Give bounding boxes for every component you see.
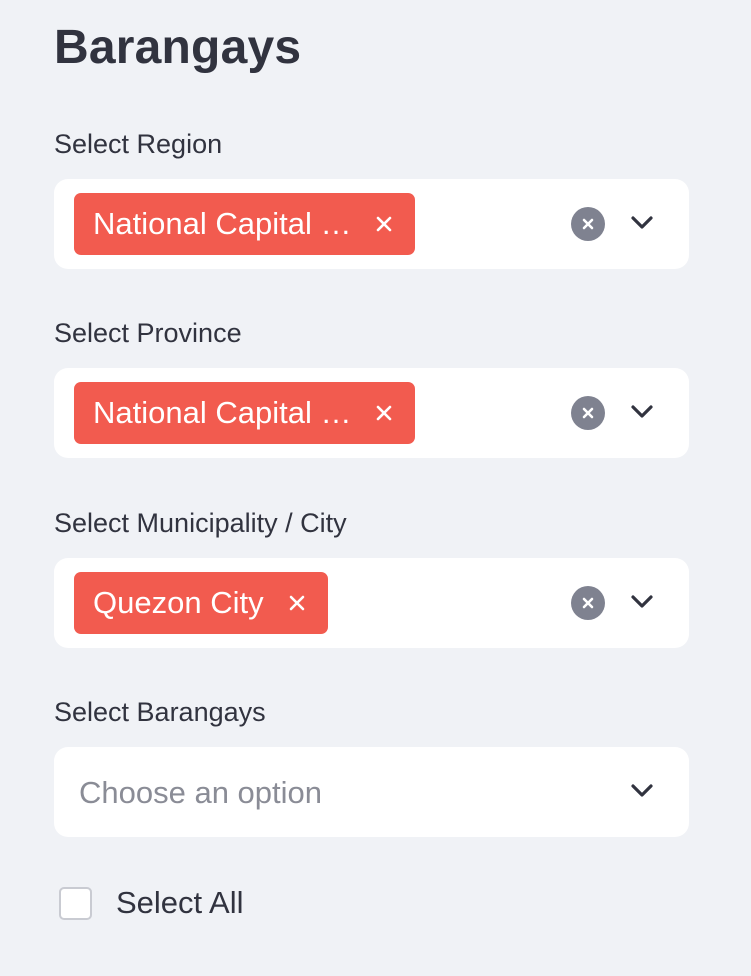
page-title: Barangays (54, 21, 302, 74)
clear-circle-icon[interactable] (571, 396, 605, 430)
province-tag-label: National Capital … (93, 395, 352, 430)
close-icon[interactable] (373, 402, 395, 424)
close-icon[interactable] (373, 213, 395, 235)
clear-circle-icon[interactable] (571, 586, 605, 620)
barangays-select[interactable]: Choose an option (54, 747, 689, 837)
region-tag-label: National Capital … (93, 206, 352, 241)
chevron-down-icon[interactable] (628, 209, 656, 237)
clear-circle-icon[interactable] (571, 207, 605, 241)
select-all-row[interactable]: Select All (59, 883, 244, 923)
province-label: Select Province (54, 318, 242, 348)
barangays-label: Select Barangays (54, 697, 266, 727)
barangays-placeholder: Choose an option (79, 775, 323, 810)
municipality-label: Select Municipality / City (54, 508, 347, 538)
chevron-down-icon[interactable] (628, 398, 656, 426)
chevron-down-icon[interactable] (628, 588, 656, 616)
chevron-down-icon[interactable] (628, 777, 656, 805)
select-all-checkbox[interactable] (59, 886, 92, 920)
region-label: Select Region (54, 129, 223, 159)
municipality-select[interactable]: Quezon City (54, 558, 689, 648)
municipality-selected-tag: Quezon City (74, 572, 328, 634)
close-icon[interactable] (286, 592, 308, 614)
municipality-tag-label: Quezon City (93, 585, 264, 620)
select-all-label[interactable]: Select All (116, 883, 244, 923)
province-select[interactable]: National Capital … (54, 368, 689, 458)
region-selected-tag: National Capital … (74, 193, 416, 255)
province-selected-tag: National Capital … (74, 382, 416, 444)
region-select[interactable]: National Capital … (54, 179, 689, 269)
